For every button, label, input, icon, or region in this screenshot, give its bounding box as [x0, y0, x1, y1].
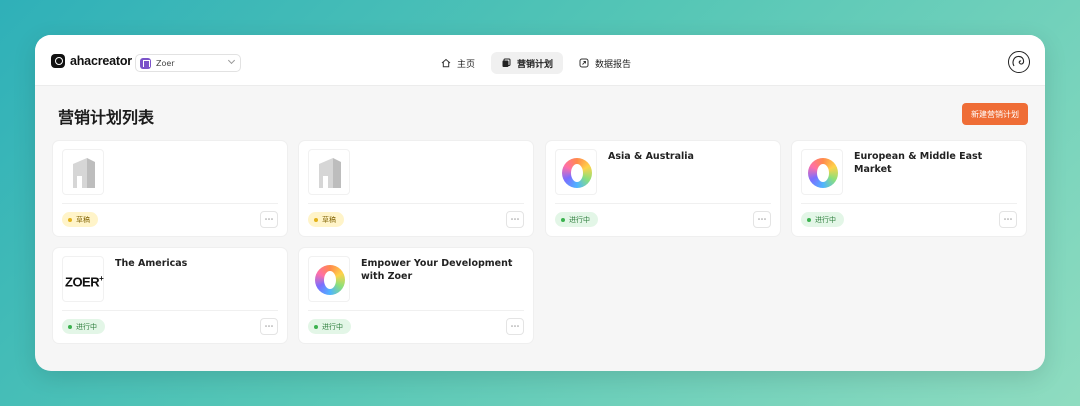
status-dot [314, 324, 318, 329]
status-badge: 进行中 [62, 319, 105, 334]
brand-mark-icon [51, 54, 65, 68]
avatar-face-icon [1012, 55, 1025, 67]
chevron-down-icon [227, 56, 236, 65]
page-title: 营销计划列表 [58, 108, 155, 127]
brand-name: ahacreator [70, 54, 132, 68]
status-badge: 进行中 [801, 212, 844, 227]
plan-card[interactable]: 草稿 ⋯ [298, 140, 534, 237]
workspace-name: Zoer [156, 58, 175, 68]
brand-logo[interactable]: ahacreator [51, 54, 132, 68]
workspace-selector[interactable]: Zoer [135, 54, 241, 72]
card-divider [801, 203, 1017, 204]
plan-card[interactable]: Asia & Australia 进行中 ⋯ [545, 140, 781, 237]
building-placeholder-icon [62, 149, 104, 195]
status-badge: 进行中 [308, 319, 351, 334]
plan-card-title: Asia & Australia [608, 151, 694, 162]
status-label: 进行中 [76, 322, 97, 331]
status-badge: 草稿 [62, 212, 98, 227]
card-divider [62, 310, 278, 311]
top-bar: ahacreator Zoer 主页 营销计划 数据报告 [35, 35, 1045, 86]
more-options-button[interactable]: ⋯ [260, 211, 278, 228]
card-divider [555, 203, 771, 204]
status-dot [68, 324, 72, 329]
ring-logo-thumb [801, 149, 843, 195]
app-window: ahacreator Zoer 主页 营销计划 数据报告 营销计划列表 新建营销… [35, 35, 1045, 371]
status-label: 进行中 [569, 215, 590, 224]
plan-card[interactable]: Empower Your Development with Zoer 进行中 ⋯ [298, 247, 534, 344]
plan-card-title: European & Middle East Market [854, 151, 983, 175]
plan-icon [502, 58, 511, 67]
ring-logo-icon [562, 158, 592, 188]
more-options-button[interactable]: ⋯ [999, 211, 1017, 228]
plan-card-title: The Americas [115, 258, 188, 269]
nav-marketing-plan[interactable]: 营销计划 [491, 52, 564, 74]
nav-marketing-plan-label: 营销计划 [517, 59, 554, 70]
more-options-button[interactable]: ⋯ [506, 211, 524, 228]
more-options-button[interactable]: ⋯ [753, 211, 771, 228]
more-options-button[interactable]: ⋯ [260, 318, 278, 335]
main-nav: 主页 营销计划 数据报告 [431, 52, 641, 74]
plan-card[interactable]: ZOER+ The Americas 进行中 ⋯ [52, 247, 288, 344]
status-label: 草稿 [76, 215, 90, 224]
ring-logo-thumb [555, 149, 597, 195]
home-icon [441, 58, 451, 68]
status-label: 进行中 [322, 322, 343, 331]
ring-logo-icon [315, 265, 345, 295]
nav-home[interactable]: 主页 [431, 52, 485, 74]
nav-data-report[interactable]: 数据报告 [569, 52, 641, 74]
report-icon [579, 58, 589, 68]
status-badge: 进行中 [555, 212, 598, 227]
user-avatar[interactable] [1008, 51, 1030, 73]
status-badge: 草稿 [308, 212, 344, 227]
plan-card-title: Empower Your Development with Zoer [361, 258, 513, 282]
card-divider [62, 203, 278, 204]
more-options-button[interactable]: ⋯ [506, 318, 524, 335]
card-divider [308, 310, 524, 311]
status-dot [68, 217, 72, 222]
zoer-logo-icon: ZOER+ [65, 274, 104, 290]
status-dot [561, 217, 565, 222]
ring-logo-thumb [308, 256, 350, 302]
status-label: 进行中 [815, 215, 836, 224]
status-dot [314, 217, 318, 222]
new-marketing-plan-button[interactable]: 新建营销计划 [962, 103, 1028, 125]
zoer-logo-thumb: ZOER+ [62, 256, 104, 302]
nav-data-report-label: 数据报告 [595, 59, 632, 70]
nav-home-label: 主页 [457, 59, 476, 70]
card-divider [308, 203, 524, 204]
status-dot [807, 217, 811, 222]
ring-logo-icon [808, 158, 838, 188]
status-label: 草稿 [322, 215, 336, 224]
building-placeholder-icon [308, 149, 350, 195]
plan-card[interactable]: 草稿 ⋯ [52, 140, 288, 237]
page-header: 营销计划列表 新建营销计划 [35, 86, 1045, 138]
plan-card[interactable]: European & Middle East Market 进行中 ⋯ [791, 140, 1027, 237]
workspace-icon [140, 57, 151, 69]
